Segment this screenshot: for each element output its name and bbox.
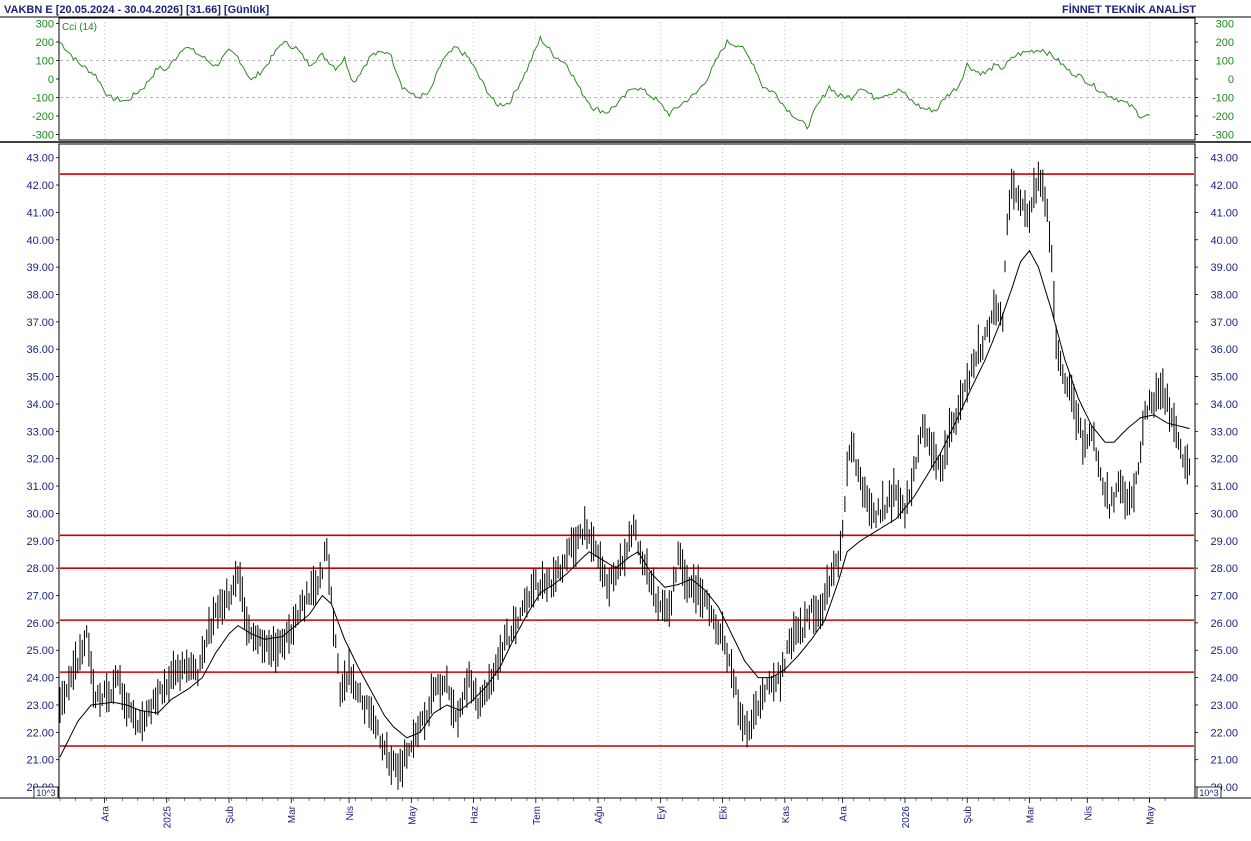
cci-y-tick-label: -200 xyxy=(32,111,54,123)
price-y-tick-label: 37.00 xyxy=(1210,317,1238,329)
price-y-tick-label: 27.00 xyxy=(26,591,54,603)
chart-header-title: VAKBN E [20.05.2024 - 30.04.2026] [31.66… xyxy=(4,4,269,16)
price-y-tick-label: 41.00 xyxy=(1210,207,1238,219)
price-y-tick-label: 31.00 xyxy=(1210,481,1238,493)
price-y-tick-label: 42.00 xyxy=(26,180,54,192)
cci-y-tick-label: -200 xyxy=(1212,111,1234,123)
cci-y-tick-label: 0 xyxy=(48,74,54,86)
x-tick-label: May xyxy=(407,806,418,825)
price-y-tick-label: 28.00 xyxy=(26,563,54,575)
cci-y-tick-label: 200 xyxy=(36,37,54,49)
x-tick-label: Eki xyxy=(719,806,730,820)
price-y-tick-label: 34.00 xyxy=(1210,399,1238,411)
price-y-tick-label: 42.00 xyxy=(1210,180,1238,192)
x-tick-label: May xyxy=(1146,806,1157,825)
cci-y-tick-label: 300 xyxy=(36,19,54,31)
price-y-tick-label: 32.00 xyxy=(26,454,54,466)
price-y-tick-label: 23.00 xyxy=(26,700,54,712)
price-y-tick-label: 43.00 xyxy=(26,153,54,165)
price-y-tick-label: 39.00 xyxy=(26,262,54,274)
price-y-tick-label: 30.00 xyxy=(1210,508,1238,520)
price-y-tick-label: 40.00 xyxy=(1210,235,1238,247)
price-y-tick-label: 29.00 xyxy=(26,536,54,548)
price-y-tick-label: 24.00 xyxy=(26,673,54,685)
price-y-tick-label: 33.00 xyxy=(1210,426,1238,438)
price-y-tick-label: 38.00 xyxy=(26,290,54,302)
price-y-tick-label: 35.00 xyxy=(26,372,54,384)
x-tick-label: Nis xyxy=(1083,806,1094,820)
price-y-tick-label: 25.00 xyxy=(1210,645,1238,657)
stock-chart: VAKBN E [20.05.2024 - 30.04.2026] [31.66… xyxy=(0,0,1251,841)
x-tick-label: Mar xyxy=(287,805,298,823)
price-y-tick-label: 32.00 xyxy=(1210,454,1238,466)
price-y-tick-label: 27.00 xyxy=(1210,591,1238,603)
price-y-tick-label: 35.00 xyxy=(1210,372,1238,384)
price-y-tick-label: 36.00 xyxy=(26,344,54,356)
price-y-tick-label: 26.00 xyxy=(26,618,54,630)
price-y-tick-label: 41.00 xyxy=(26,207,54,219)
unit-label-left: 10^3 xyxy=(33,786,59,799)
price-y-tick-label: 37.00 xyxy=(26,317,54,329)
price-y-tick-label: 24.00 xyxy=(1210,673,1238,685)
x-tick-label: Haz xyxy=(470,806,481,824)
x-tick-label: Ara xyxy=(100,806,111,822)
x-tick-label: Ara xyxy=(839,806,850,822)
price-y-tick-label: 33.00 xyxy=(26,426,54,438)
price-y-tick-label: 31.00 xyxy=(26,481,54,493)
x-tick-label: Şub xyxy=(963,806,974,824)
x-tick-label: Şub xyxy=(225,806,236,824)
x-tick-label: Mar xyxy=(1025,805,1036,823)
price-y-tick-label: 23.00 xyxy=(1210,700,1238,712)
price-y-tick-label: 40.00 xyxy=(26,235,54,247)
x-tick-label: Eyl xyxy=(656,806,667,820)
price-y-tick-label: 21.00 xyxy=(1210,755,1238,767)
price-y-tick-label: 22.00 xyxy=(26,727,54,739)
cci-y-tick-label: 200 xyxy=(1216,37,1234,49)
price-y-tick-label: 29.00 xyxy=(1210,536,1238,548)
x-tick-label: 2026 xyxy=(901,806,912,829)
cci-y-tick-label: -100 xyxy=(1212,92,1234,104)
svg-text:10^3: 10^3 xyxy=(36,788,55,798)
cci-y-tick-label: 0 xyxy=(1228,74,1234,86)
svg-text:10^3: 10^3 xyxy=(1199,788,1218,798)
chart-frame xyxy=(0,0,1251,841)
x-tick-label: Tem xyxy=(532,806,543,825)
cci-y-tick-label: -300 xyxy=(1212,129,1234,141)
price-y-tick-label: 21.00 xyxy=(26,755,54,767)
x-tick-label: Kas xyxy=(781,806,792,823)
cci-y-tick-label: 300 xyxy=(1216,19,1234,31)
x-tick-label: 2025 xyxy=(163,806,174,829)
price-y-tick-label: 38.00 xyxy=(1210,290,1238,302)
price-y-tick-label: 28.00 xyxy=(1210,563,1238,575)
x-tick-label: Nis xyxy=(345,806,356,820)
price-y-tick-label: 39.00 xyxy=(1210,262,1238,274)
price-y-tick-label: 43.00 xyxy=(1210,153,1238,165)
cci-y-tick-label: 100 xyxy=(36,56,54,68)
price-y-tick-label: 22.00 xyxy=(1210,727,1238,739)
cci-y-tick-label: 100 xyxy=(1216,56,1234,68)
unit-label-right: 10^3 xyxy=(1196,786,1222,799)
price-y-tick-label: 30.00 xyxy=(26,508,54,520)
x-tick-label: Ağu xyxy=(594,806,605,824)
price-y-tick-label: 34.00 xyxy=(26,399,54,411)
price-y-tick-label: 25.00 xyxy=(26,645,54,657)
chart-header-brand: FİNNET TEKNİK ANALİST xyxy=(1062,3,1196,16)
cci-y-tick-label: -100 xyxy=(32,92,54,104)
cci-y-tick-label: -300 xyxy=(32,129,54,141)
price-y-tick-label: 36.00 xyxy=(1210,344,1238,356)
price-y-tick-label: 26.00 xyxy=(1210,618,1238,630)
cci-panel-title: Cci (14) xyxy=(62,22,97,33)
